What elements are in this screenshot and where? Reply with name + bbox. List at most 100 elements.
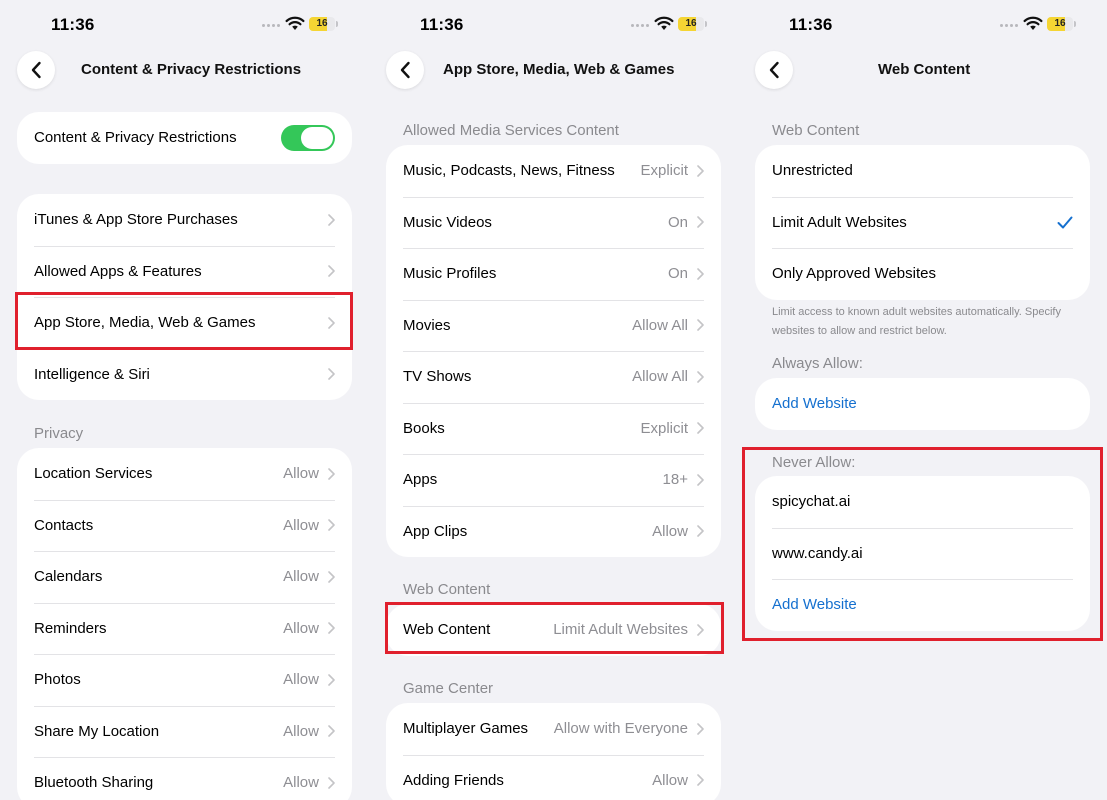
chevron-right-icon [328,673,335,686]
privacy-item-label: Bluetooth Sharing [34,774,154,792]
privacy-item-contacts[interactable]: Contacts Allow [17,499,352,552]
never-allow-add-website[interactable]: Add Website [755,579,1090,631]
status-time: 11:36 [51,15,95,34]
privacy-item-value: Allow [283,722,319,740]
media-item-value: Explicit [640,162,688,180]
restrictions-toggle-row: Content & Privacy Restrictions [17,112,352,164]
privacy-item-location-services[interactable]: Location Services Allow [17,448,352,500]
never-allow-item[interactable]: www.candy.ai [755,527,1090,580]
media-item-books[interactable]: Books Explicit [386,402,721,455]
battery-cap [1074,21,1076,27]
privacy-item-value: Allow [283,465,319,483]
chevron-right-icon [697,267,704,280]
battery-cap [336,21,338,27]
status-time: 11:36 [420,15,464,34]
status-bar: 11:36 16 [738,0,1107,50]
game-item-label: Multiplayer Games [403,720,529,738]
battery-level: 16 [685,18,697,29]
always-allow-card: Add Website [755,378,1090,430]
media-item-music-videos[interactable]: Music Videos On [386,196,721,249]
privacy-item-value: Allow [283,671,319,689]
menu-item-intelligence-siri[interactable]: Intelligence & Siri [17,348,352,401]
privacy-item-calendars[interactable]: Calendars Allow [17,551,352,603]
battery-cap [705,21,707,27]
option-unrestricted[interactable]: Unrestricted [755,145,1090,197]
chevron-right-icon [697,422,704,435]
always-allow-add-website[interactable]: Add Website [755,378,1090,430]
checkmark-icon [1057,216,1073,229]
screen-app-store-media: 11:36 16 App Store, Media, Web & Games A… [369,0,738,800]
media-item-value: Allow All [632,316,688,334]
media-item-value: Explicit [640,419,688,437]
web-content-card: Web Content Limit Adult Websites [386,604,721,656]
chevron-right-icon [328,368,335,381]
web-content-value: Limit Adult Websites [553,621,688,639]
chevron-right-icon [328,622,335,635]
battery-level: 16 [316,18,328,29]
game-item-label: Adding Friends [403,771,504,789]
wifi-icon [285,16,305,36]
game-item-multiplayer-games[interactable]: Multiplayer Games Allow with Everyone [386,703,721,755]
privacy-item-label: Share My Location [34,722,160,740]
media-item-music-podcasts[interactable]: Music, Podcasts, News, Fitness Explicit [386,145,721,197]
restrictions-toggle-label: Content & Privacy Restrictions [34,129,237,147]
option-label: Unrestricted [772,162,853,180]
media-item-value: 18+ [662,471,688,489]
chevron-right-icon [697,164,704,177]
restrictions-toggle[interactable] [281,124,335,151]
chevron-left-icon [400,61,410,79]
privacy-item-label: Photos [34,671,81,689]
menu-item-app-store-media[interactable]: App Store, Media, Web & Games [17,297,352,349]
media-item-label: Music Profiles [403,265,497,283]
media-item-movies[interactable]: Movies Allow All [386,299,721,352]
restrictions-menu-card: iTunes & App Store Purchases Allowed App… [17,194,352,400]
menu-item-allowed-apps[interactable]: Allowed Apps & Features [17,245,352,298]
menu-item-label: Intelligence & Siri [34,365,150,383]
option-only-approved-websites[interactable]: Only Approved Websites [755,248,1090,300]
battery-icon: 16 [309,17,335,31]
cellular-signal-icon [631,24,649,27]
always-allow-header: Always Allow: [772,355,863,372]
chevron-right-icon [328,265,335,278]
chevron-right-icon [328,725,335,738]
never-allow-item[interactable]: spicychat.ai [755,476,1090,528]
menu-item-label: iTunes & App Store Purchases [34,211,238,229]
media-item-app-clips[interactable]: App Clips Allow [386,505,721,558]
cellular-signal-icon [1000,24,1018,27]
web-content-row[interactable]: Web Content Limit Adult Websites [386,604,721,656]
chevron-right-icon [697,525,704,538]
privacy-item-bluetooth-sharing[interactable]: Bluetooth Sharing Allow [17,757,352,800]
never-allow-card: spicychat.ai www.candy.ai Add Website [755,476,1090,631]
add-website-label: Add Website [772,395,857,413]
add-website-label: Add Website [772,596,857,614]
privacy-item-label: Calendars [34,568,103,586]
back-button[interactable] [386,51,424,89]
menu-item-itunes-purchases[interactable]: iTunes & App Store Purchases [17,194,352,246]
media-item-tv-shows[interactable]: TV Shows Allow All [386,351,721,403]
option-label: Limit Adult Websites [772,213,907,231]
privacy-item-reminders[interactable]: Reminders Allow [17,602,352,655]
privacy-item-share-my-location[interactable]: Share My Location Allow [17,705,352,758]
media-item-apps[interactable]: Apps 18+ [386,454,721,506]
battery-icon: 16 [1047,17,1073,31]
chevron-right-icon [697,774,704,787]
media-item-value: On [667,265,688,283]
media-item-label: TV Shows [403,368,472,386]
chevron-right-icon [328,316,335,329]
chevron-right-icon [697,722,704,735]
privacy-item-label: Location Services [34,465,153,483]
wifi-icon [654,16,674,36]
chevron-right-icon [328,570,335,583]
game-item-adding-friends[interactable]: Adding Friends Allow [386,754,721,800]
game-center-section-header: Game Center [403,680,494,697]
back-button[interactable] [17,51,55,89]
option-limit-adult-websites[interactable]: Limit Adult Websites [755,196,1090,249]
privacy-item-photos[interactable]: Photos Allow [17,654,352,706]
page-title: Content & Privacy Restrictions [81,61,302,78]
media-card: Music, Podcasts, News, Fitness Explicit … [386,145,721,557]
privacy-item-label: Reminders [34,619,107,637]
back-button[interactable] [755,51,793,89]
web-content-options-header: Web Content [772,122,860,139]
media-item-music-profiles[interactable]: Music Profiles On [386,248,721,300]
media-item-value: Allow [652,522,688,540]
